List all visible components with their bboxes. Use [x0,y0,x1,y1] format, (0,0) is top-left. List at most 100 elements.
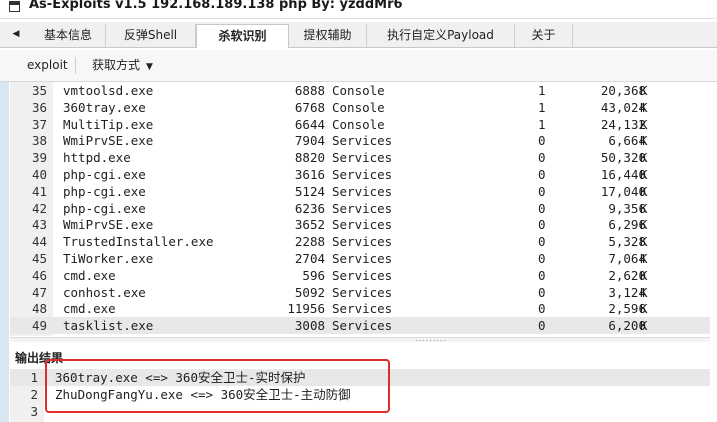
process-row[interactable]: 35 vmtoolsd.exe 6888 Console 1 20,368 K [10,82,710,99]
process-row[interactable]: 49 tasklist.exe 3008 Services 0 6,200 K [10,317,710,335]
process-pid: 3008 [294,318,325,334]
process-ln: 44 [31,234,47,250]
process-num: 0 [538,167,546,182]
process-pid: 6768 [294,99,325,115]
process-session: Services [332,251,393,266]
process-list-panel[interactable]: 35 vmtoolsd.exe 6888 Console 1 20,368 K 36 360tr… [10,82,717,336]
process-num: 1 [538,83,546,98]
process-name: conhost.exe [63,284,146,300]
process-unit: K [640,99,648,115]
process-unit: K [640,251,648,266]
process-name: tasklist.exe [63,318,154,334]
process-row[interactable]: 40 php-cgi.exe 3616 Services 0 16,440 K [10,166,710,183]
process-num: 0 [538,251,546,266]
process-row[interactable]: 46 cmd.exe 596 Services 0 2,620 K [10,267,710,284]
process-pid: 5092 [294,284,325,300]
process-num: 1 [538,116,546,132]
exploit-button[interactable]: exploit [21,55,74,76]
process-row[interactable]: 36 360tray.exe 6768 Console 1 43,024 K [10,99,710,116]
tab-privesc-helper[interactable]: 提权辅助 [289,24,367,47]
process-num: 0 [538,133,546,149]
process-pid: 3652 [294,217,325,233]
process-name: cmd.exe [63,267,116,283]
tab-about[interactable]: 关于 [515,24,573,47]
process-ln: 41 [31,183,47,199]
process-row[interactable]: 45 TiWorker.exe 2704 Services 0 7,064 K [10,250,710,267]
process-pid: 6888 [294,83,325,98]
process-unit: K [640,200,648,216]
process-name: WmiPrvSE.exe [63,217,154,233]
process-pid: 2288 [294,234,325,250]
process-name: TrustedInstaller.exe [63,234,214,250]
process-pid: 11956 [287,301,325,317]
process-pid: 2704 [294,251,325,266]
process-session: Services [332,133,393,149]
process-name: php-cgi.exe [63,200,146,216]
splitter-grip-icon: ......... [415,334,447,343]
process-ln: 43 [31,217,47,233]
process-row[interactable]: 44 TrustedInstaller.exe 2288 Services 0 5,328… [10,233,710,250]
process-row[interactable]: 37 MultiTip.exe 6644 Console 1 24,132 K [10,116,710,133]
process-session: Services [332,183,393,199]
process-ln: 42 [31,200,47,216]
process-mem: 5,328 [608,234,646,250]
process-ln: 37 [31,116,47,132]
process-ln: 47 [31,284,47,300]
process-session: Services [332,284,393,300]
process-num: 0 [538,200,546,216]
tab-basic-info[interactable]: 基本信息 [31,24,106,47]
process-unit: K [640,284,648,300]
process-ln: 38 [31,133,47,149]
process-mem: 9,356 [608,200,646,216]
process-pid: 596 [302,267,325,283]
process-row[interactable]: 43 WmiPrvSE.exe 3652 Services 0 6,296 K [10,216,710,233]
process-name: MultiTip.exe [63,116,154,132]
tab-av-detect[interactable]: 杀软识别 [196,24,289,48]
output-line-number: 3 [30,404,38,419]
tab-reverse-shell[interactable]: 反弹Shell [106,24,196,47]
process-unit: K [640,217,648,233]
process-mem: 3,124 [608,284,646,300]
toolbar-divider [75,57,76,74]
process-pid: 6236 [294,200,325,216]
process-mem: 50,320 [600,150,646,166]
tab-custom-payload[interactable]: 执行自定义Payload [367,24,515,47]
process-pid: 6644 [294,116,325,132]
process-row[interactable]: 38 WmiPrvSE.exe 7904 Services 0 6,664 K [10,132,710,149]
process-session: Console [332,83,385,98]
process-unit: K [640,116,648,132]
process-ln: 46 [31,267,47,283]
process-unit: K [640,267,648,283]
process-name: php-cgi.exe [63,167,146,182]
process-row[interactable]: 47 conhost.exe 5092 Services 0 3,124 K [10,284,710,301]
process-num: 0 [538,217,546,233]
process-unit: K [640,150,648,166]
process-pid: 7904 [294,133,325,149]
process-unit: K [640,183,648,199]
process-session: Services [332,150,393,166]
fetch-method-dropdown[interactable]: 获取方式 ▼ [86,55,159,76]
process-mem: 7,064 [608,251,646,266]
window-title: As-Exploits v1.5 192.168.189.138 php By:… [29,0,403,12]
tab-bar: ◀ 基本信息 反弹Shell 杀软识别 提权辅助 执行自定义Payload 关于 [0,22,717,48]
process-pid: 8820 [294,150,325,166]
process-row[interactable]: 42 php-cgi.exe 6236 Services 0 9,356 K [10,200,710,217]
process-unit: K [640,83,648,98]
process-num: 0 [538,234,546,250]
process-session: Services [332,217,393,233]
panel-splitter[interactable] [10,337,710,342]
process-mem: 6,200 [608,318,646,334]
process-session: Console [332,99,385,115]
process-ln: 36 [31,99,47,115]
fetch-method-label: 获取方式 [92,58,141,72]
process-session: Services [332,200,393,216]
process-row[interactable]: 48 cmd.exe 11956 Services 0 2,596 K [10,300,710,317]
process-row[interactable]: 39 httpd.exe 8820 Services 0 50,320 K [10,149,710,166]
process-name: cmd.exe [63,301,116,317]
process-row[interactable]: 41 php-cgi.exe 5124 Services 0 17,040 K [10,183,710,200]
process-session: Services [332,301,393,317]
output-line-number: 2 [30,387,38,402]
scroll-left-icon[interactable]: ◀ [9,26,23,42]
process-num: 0 [538,267,546,283]
process-mem: 2,620 [608,267,646,283]
